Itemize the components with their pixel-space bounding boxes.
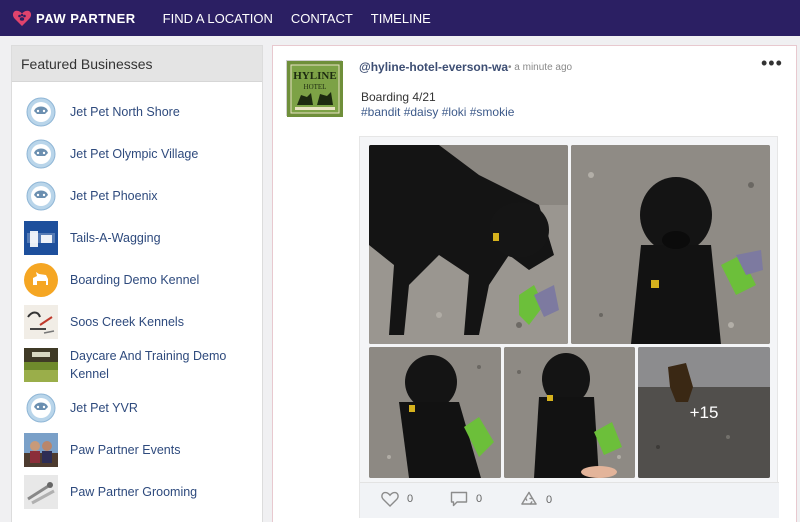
brand-logo-link[interactable]: PAW PARTNER xyxy=(12,8,136,28)
business-name: Paw Partner Grooming xyxy=(70,485,198,499)
grooming-photo-logo-icon xyxy=(24,475,58,509)
like-button[interactable]: 0 xyxy=(381,491,413,507)
business-item-daycare-training-demo-kennel[interactable]: Daycare And Training Demo Kennel xyxy=(24,347,260,383)
gallery-photo[interactable] xyxy=(369,347,501,478)
business-name: Jet Pet Olympic Village xyxy=(70,147,199,161)
business-item-jet-pet-north-shore[interactable]: Jet Pet North Shore xyxy=(24,95,260,129)
jet-pet-logo-icon xyxy=(24,137,58,171)
business-name: Soos Creek Kennels xyxy=(70,315,184,329)
jet-pet-logo-icon xyxy=(24,179,58,213)
business-name: Jet Pet North Shore xyxy=(70,105,180,119)
people-photo-logo-icon xyxy=(24,433,58,467)
nav-link-contact[interactable]: CONTACT xyxy=(291,11,353,26)
brand-name: PAW PARTNER xyxy=(36,10,136,26)
business-item-jet-pet-phoenix[interactable]: Jet Pet Phoenix xyxy=(24,179,260,213)
business-name: Jet Pet Phoenix xyxy=(70,189,158,203)
top-navigation-bar: PAW PARTNER FIND A LOCATION CONTACT TIME… xyxy=(0,0,800,36)
business-name: Daycare And Training Demo Kennel xyxy=(70,349,227,381)
jet-pet-logo-icon xyxy=(24,391,58,425)
business-item-jet-pet-yvr[interactable]: Jet Pet YVR xyxy=(24,391,260,425)
dog-photo-image xyxy=(504,347,635,478)
business-item-boarding-demo-kennel[interactable]: Boarding Demo Kennel xyxy=(24,263,260,297)
tails-logo-icon xyxy=(24,221,58,255)
business-avatar[interactable]: HYLINE HOTEL xyxy=(286,60,343,117)
heart-paw-icon xyxy=(12,10,32,26)
timeline-post: HYLINE HOTEL @hyline-hotel-everson-wa • … xyxy=(272,45,797,522)
business-item-paw-partner-events[interactable]: Paw Partner Events xyxy=(24,433,260,467)
post-timestamp: • a minute ago xyxy=(508,62,573,73)
nav-link-timeline[interactable]: TIMELINE xyxy=(371,11,431,26)
business-item-soos-creek-kennels[interactable]: Soos Creek Kennels xyxy=(24,305,260,339)
dog-photo-image xyxy=(369,347,501,478)
business-name: Tails-A-Wagging xyxy=(70,231,161,245)
hyline-logo-image: HYLINE HOTEL xyxy=(287,61,343,117)
gallery-photo[interactable] xyxy=(571,145,770,344)
heart-icon xyxy=(381,491,399,507)
recycle-share-icon xyxy=(521,491,537,505)
nav-link-find-location[interactable]: FIND A LOCATION xyxy=(163,11,273,26)
gallery-photo-more[interactable]: +15 xyxy=(638,347,770,478)
comment-button[interactable]: 0 xyxy=(450,491,482,507)
jet-pet-logo-icon xyxy=(24,95,58,129)
post-actions-bar: 0 0 0 xyxy=(360,482,779,518)
gallery-photo[interactable] xyxy=(369,145,568,344)
post-hashtags[interactable]: #bandit #daisy #loki #smokie xyxy=(361,105,514,119)
featured-businesses-panel: Featured Businesses Jet Pet North Shore … xyxy=(11,45,263,522)
like-count: 0 xyxy=(407,493,414,505)
post-caption: Boarding 4/21 xyxy=(361,90,436,104)
soos-creek-logo-icon xyxy=(24,305,58,339)
business-name: Paw Partner Events xyxy=(70,443,181,457)
photo-gallery: +15 0 0 0 xyxy=(359,136,779,518)
dog-photo-image xyxy=(571,145,770,344)
post-author-handle[interactable]: @hyline-hotel-everson-wa xyxy=(359,60,508,74)
business-name: Boarding Demo Kennel xyxy=(70,273,200,287)
more-photos-count: +15 xyxy=(638,347,770,478)
business-item-paw-partner-grooming[interactable]: Paw Partner Grooming xyxy=(24,475,260,509)
avatar-subtitle: HOTEL xyxy=(304,83,327,91)
avatar-title: HYLINE xyxy=(293,70,336,82)
dog-photo-image xyxy=(369,145,568,344)
share-count: 0 xyxy=(546,493,553,506)
gallery-photo[interactable] xyxy=(504,347,635,478)
share-button[interactable]: 0 xyxy=(520,491,552,508)
comment-icon xyxy=(450,491,468,507)
business-item-tails-a-wagging[interactable]: Tails-A-Wagging xyxy=(24,221,260,255)
field-photo-logo-icon xyxy=(24,348,58,382)
featured-businesses-title: Featured Businesses xyxy=(12,46,262,82)
dog-circle-logo-icon xyxy=(24,263,58,297)
business-name: Jet Pet YVR xyxy=(70,401,138,415)
comment-count: 0 xyxy=(476,493,483,505)
business-item-jet-pet-olympic-village[interactable]: Jet Pet Olympic Village xyxy=(24,137,260,171)
more-options-icon[interactable]: ••• xyxy=(761,53,783,74)
